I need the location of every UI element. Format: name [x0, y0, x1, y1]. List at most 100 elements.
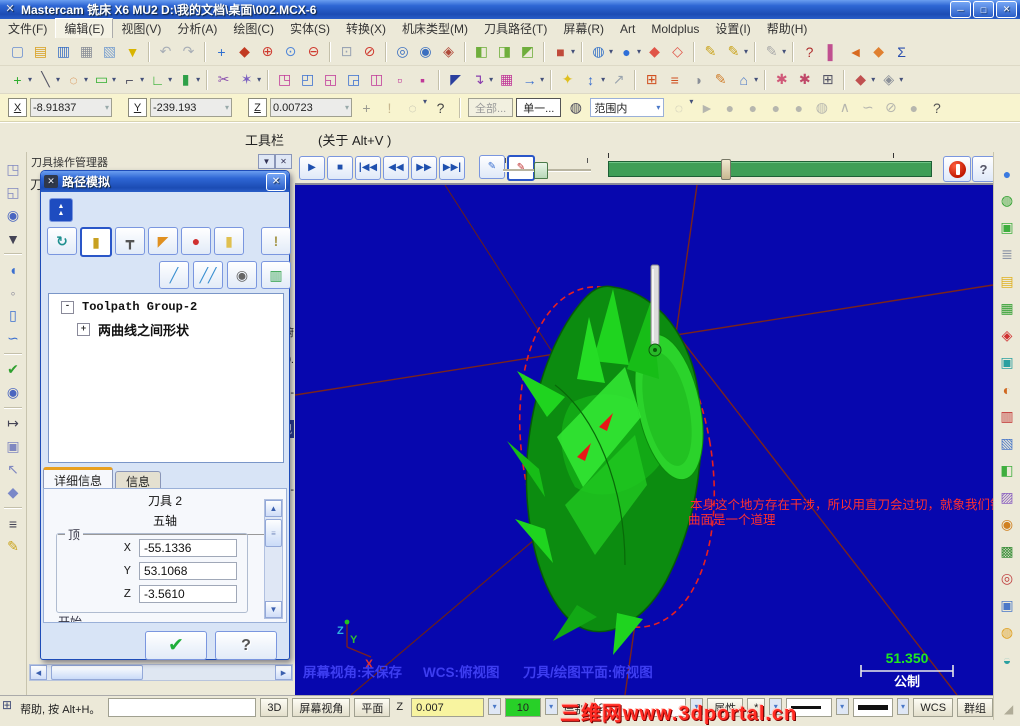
dropdown-arrow-icon[interactable]: ▾ — [112, 75, 116, 84]
dialog-help-button[interactable]: ? — [215, 631, 277, 660]
display-tool-icon[interactable]: ▮ — [80, 227, 112, 257]
cube-grid-icon[interactable]: ⊞ — [817, 69, 838, 90]
collapse-box-icon[interactable]: - — [61, 300, 74, 314]
xform-mirror-icon[interactable]: ◰ — [297, 69, 318, 90]
z-depth-field[interactable]: 0.007 — [411, 698, 485, 717]
hook-icon[interactable]: ∽ — [3, 328, 24, 349]
dynamic-spin-icon[interactable]: ◎ — [392, 41, 413, 62]
line-width-field[interactable] — [852, 698, 893, 717]
dashed-box-icon[interactable]: ▣ — [3, 436, 24, 457]
chevron-down-icon[interactable]: ▾ — [835, 698, 849, 715]
zoom-window-icon[interactable]: ⊙ — [280, 41, 301, 62]
dialog-title-bar[interactable]: ✕ 路径模拟 ✕ — [41, 171, 289, 192]
half-orange-icon[interactable]: ◐ — [997, 379, 1018, 400]
ring-red-icon[interactable]: ◎ — [997, 568, 1018, 589]
dropdown-arrow-icon[interactable]: ▾ — [754, 75, 758, 84]
zoom-out-icon[interactable]: ⊖ — [303, 41, 324, 62]
view-sheet-icon[interactable]: ◈ — [438, 41, 459, 62]
control-def-icon[interactable]: ↴ — [468, 69, 489, 90]
print-preview-icon[interactable]: ▧ — [99, 41, 120, 62]
section-view-icon[interactable]: ◑ — [687, 69, 708, 90]
close-button[interactable]: ✕ — [996, 1, 1017, 18]
redo-icon[interactable]: ↷ — [178, 41, 199, 62]
chevron-down-icon[interactable]: ▾ — [488, 698, 502, 715]
scroll-up-icon[interactable]: ▲ — [265, 500, 282, 517]
scrollbar-thumb[interactable] — [51, 665, 143, 680]
analyze-angle-icon[interactable]: ◄ — [845, 41, 866, 62]
dropdown-arrow-icon[interactable]: ▾ — [689, 97, 693, 118]
multi-view-icon[interactable]: ≡ — [664, 69, 685, 90]
y-axis-button[interactable]: Y — [128, 98, 147, 117]
spin-ball-icon[interactable]: ● — [997, 163, 1018, 184]
xform-offset-icon[interactable]: ◫ — [366, 69, 387, 90]
graphics-viewport[interactable]: ▶ ■ |◀◀ ◀◀ ▶▶ ▶▶| ✎ ✎ ? 本身这个地方存在干涉，所以用直刀… — [295, 152, 993, 695]
zoom-selected-icon[interactable]: ⊡ — [336, 41, 357, 62]
cursor-burst-icon[interactable]: ◌ — [402, 97, 423, 118]
spiral-2-icon[interactable]: ◉ — [3, 382, 24, 403]
export-ops-icon[interactable]: → — [519, 69, 540, 90]
print-icon[interactable]: ▦ — [76, 41, 97, 62]
repaint-icon[interactable]: ◆ — [234, 41, 255, 62]
panel-blue-icon[interactable]: ▧ — [997, 433, 1018, 454]
stack-icon[interactable]: ≣ — [997, 244, 1018, 265]
gem-red-icon[interactable]: ◈ — [997, 325, 1018, 346]
ok-button[interactable]: ✔ — [145, 631, 207, 660]
scroll-down-icon[interactable]: ▼ — [265, 601, 282, 618]
dropdown-arrow-icon[interactable]: ▾ — [140, 75, 144, 84]
select-all-button[interactable]: 全部... — [468, 98, 514, 117]
x-axis-button[interactable]: X — [8, 98, 27, 117]
toolpath-trace-icon[interactable]: ╱ — [159, 261, 189, 289]
save-geometry-icon[interactable]: ▥ — [261, 261, 291, 289]
create-cylinder-icon[interactable]: ▮ — [175, 69, 196, 90]
create-fillet-icon[interactable]: ⌐ — [119, 69, 140, 90]
maximize-button[interactable]: □ — [973, 1, 994, 18]
coordinate-value-field[interactable]: -3.5610 — [139, 585, 237, 603]
undo-icon[interactable]: ↶ — [155, 41, 176, 62]
dropdown-arrow-icon[interactable]: ▾ — [28, 75, 32, 84]
screen-view-button[interactable]: 屏幕视角 — [292, 698, 351, 717]
teal-box-icon[interactable]: ▣ — [997, 352, 1018, 373]
solid-cube-icon[interactable]: ◆ — [3, 482, 24, 503]
toolpath-tree[interactable]: - Toolpath Group-2 + 两曲线之间形状 — [48, 293, 284, 463]
dialog-close-button[interactable]: ✕ — [266, 172, 286, 191]
options-icon[interactable]: ! — [261, 227, 291, 255]
menu-create[interactable]: 绘图(C) — [225, 19, 282, 38]
swap-entity-icon[interactable]: ↕ — [580, 69, 601, 90]
menu-screen[interactable]: 屏幕(R) — [555, 19, 612, 38]
trace-mode-icon[interactable]: ✎ — [479, 154, 505, 179]
tree-group-row[interactable]: - Toolpath Group-2 — [61, 300, 283, 314]
chevron-down-icon[interactable]: ▾ — [105, 103, 109, 112]
xform-array-icon[interactable]: ▪ — [412, 69, 433, 90]
scroll-right-icon[interactable]: ▶ — [275, 665, 292, 680]
coordinate-value-field[interactable]: -55.1336 — [139, 539, 237, 557]
stop-button[interactable]: ■ — [327, 155, 353, 180]
half-green-icon[interactable]: ◧ — [997, 460, 1018, 481]
horseshoe-icon[interactable]: ◖ — [3, 259, 24, 280]
unzoom-icon[interactable]: ⊘ — [359, 41, 380, 62]
green-weave-icon[interactable]: ▩ — [997, 541, 1018, 562]
fast-forward-button[interactable]: ▶▶| — [439, 155, 465, 180]
dropdown-arrow-icon[interactable]: ▾ — [601, 75, 605, 84]
menu-solids[interactable]: 实体(S) — [282, 19, 338, 38]
simulate-rotate-icon[interactable]: ↻ — [47, 227, 77, 255]
scrollbar-thumb[interactable]: ≡ — [265, 519, 282, 547]
machine-def-icon[interactable]: ◤ — [445, 69, 466, 90]
art-surface-icon[interactable]: ◆ — [868, 41, 889, 62]
range-select[interactable]: 范围内 ▾ — [590, 98, 665, 117]
menu-toolpaths[interactable]: 刀具路径(T) — [476, 19, 555, 38]
dark-tool-icon[interactable]: ▼ — [3, 228, 24, 249]
list-pen-icon[interactable]: ≡ — [3, 513, 24, 534]
sigma-icon[interactable]: Σ — [891, 41, 912, 62]
capsule-icon[interactable]: ▯ — [3, 305, 24, 326]
create-polyline-icon[interactable]: ∟ — [147, 69, 168, 90]
dropdown-arrow-icon[interactable]: ▾ — [257, 75, 261, 84]
joint-icon[interactable]: ◦ — [3, 282, 24, 303]
create-point-icon[interactable]: + — [7, 69, 28, 90]
scroll-left-icon[interactable]: ◀ — [30, 665, 47, 680]
dropdown-arrow-icon[interactable]: ▾ — [489, 75, 493, 84]
world-green-icon[interactable]: ◍ — [997, 190, 1018, 211]
spiral-icon[interactable]: ◉ — [3, 205, 24, 226]
menu-view[interactable]: 视图(V) — [113, 19, 169, 38]
x-coordinate-input[interactable]: -8.91837 ▾ — [30, 98, 112, 117]
menu-help[interactable]: 帮助(H) — [759, 19, 816, 38]
